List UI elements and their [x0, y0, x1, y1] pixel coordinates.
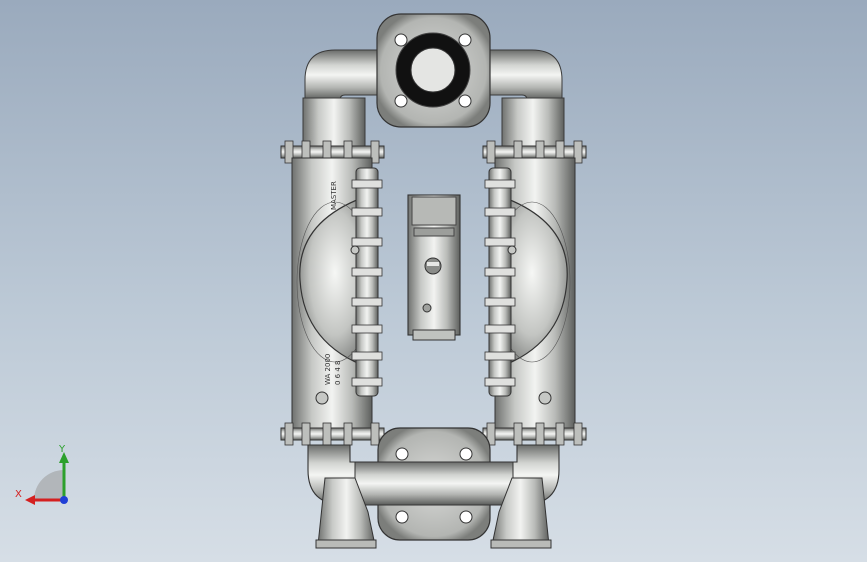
coordinate-triad: Y X — [15, 444, 69, 505]
brand-marking: MASTER — [330, 181, 338, 210]
x-axis-label: X — [15, 489, 22, 500]
y-axis-label: Y — [58, 444, 66, 455]
cad-viewport[interactable]: MASTER WA 2000 0 6 4 8 Y X — [0, 0, 867, 562]
code-marking-2: 0 6 4 8 — [334, 361, 342, 386]
center-air-section — [407, 194, 461, 341]
flange-bolt-hole — [394, 94, 408, 108]
flange-bolt-hole — [458, 33, 472, 47]
pump-model[interactable]: MASTER WA 2000 0 6 4 8 Y X — [0, 0, 867, 562]
z-axis-dot — [60, 496, 68, 504]
flange-bolt-hole — [394, 33, 408, 47]
flange-bolt-hole — [458, 94, 472, 108]
top-manifold — [302, 13, 565, 149]
code-marking-1: WA 2000 — [324, 354, 332, 385]
bottom-manifold — [307, 427, 560, 549]
